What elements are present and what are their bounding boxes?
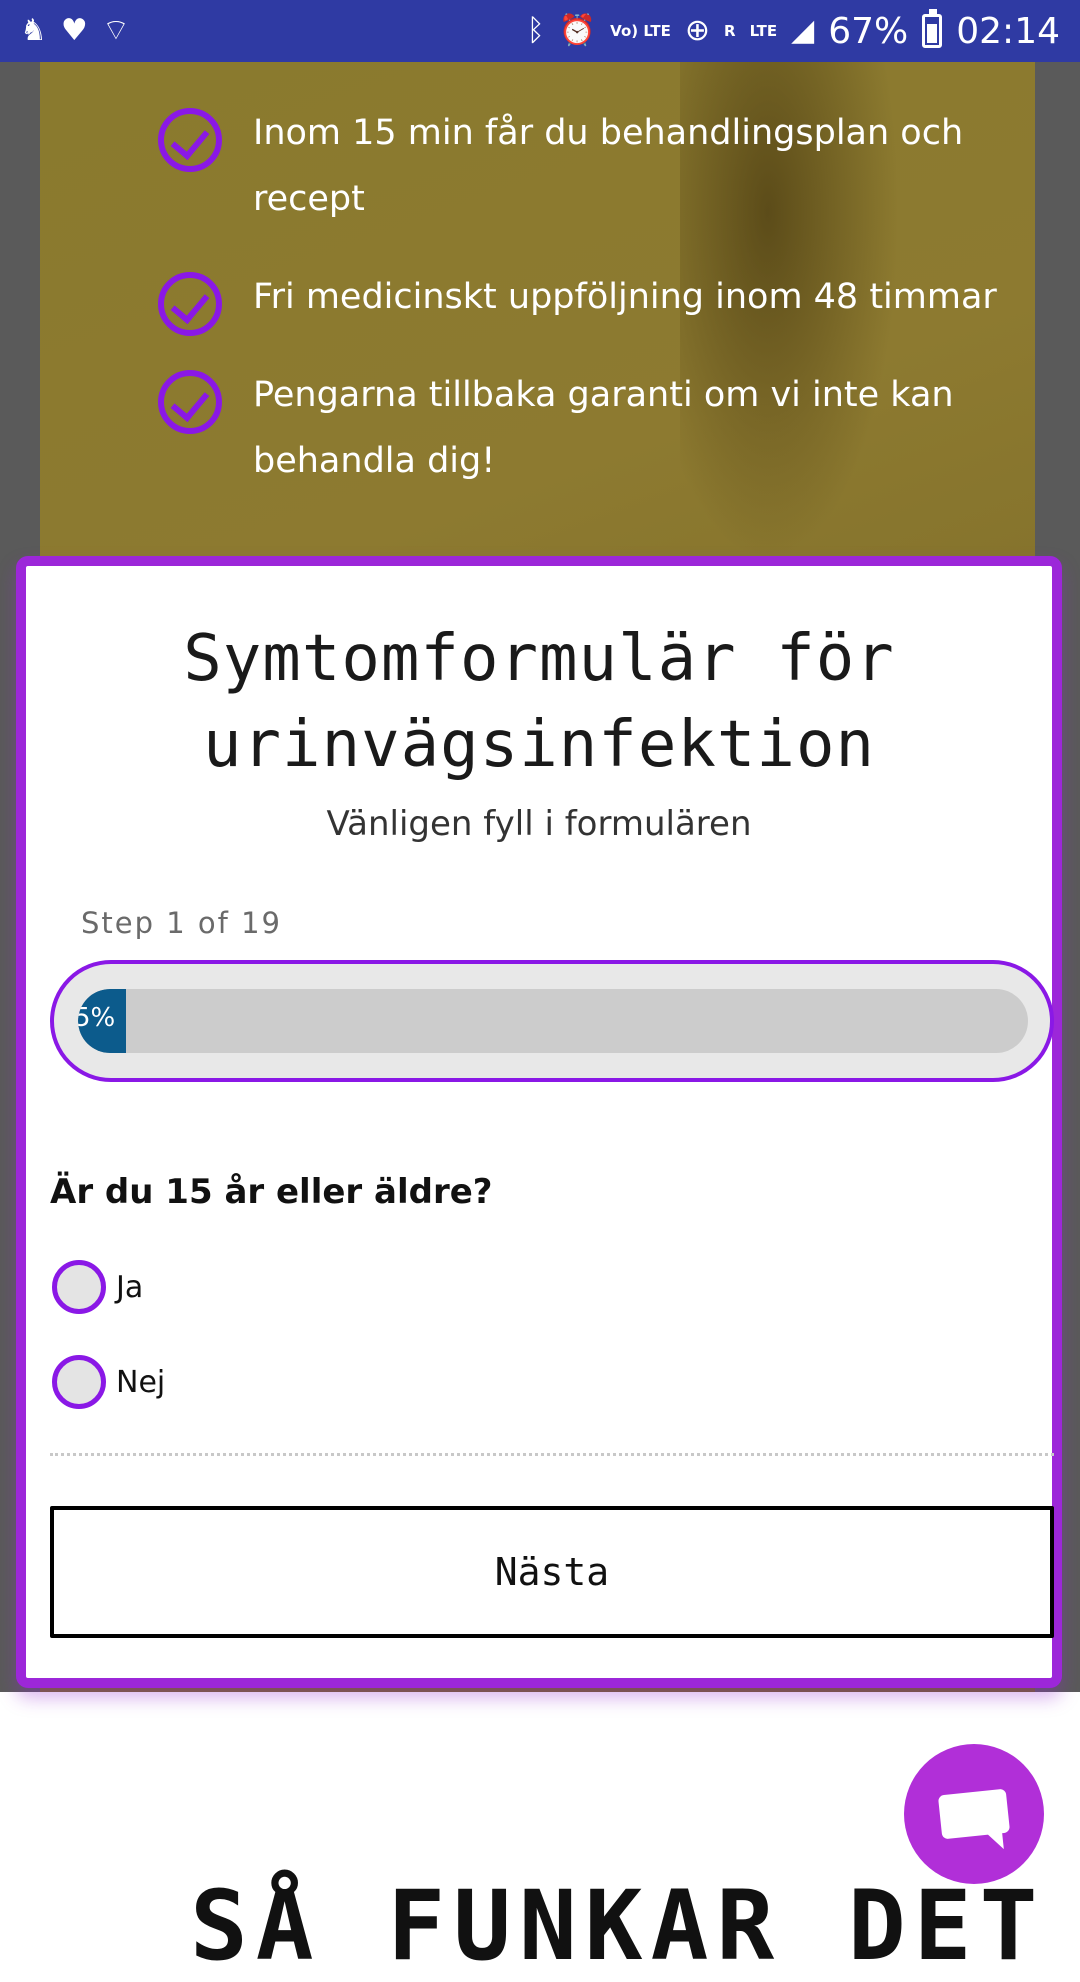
checkmark-icon [158, 272, 222, 336]
lte-indicator: LTE [749, 22, 778, 40]
progress-fill: 5% [78, 989, 126, 1053]
next-button[interactable]: Nästa [50, 1506, 1054, 1638]
progress-bar: 5% [50, 960, 1054, 1082]
chat-bubble-icon [937, 1788, 1011, 1840]
form-subtitle: Vänligen fyll i formulären [326, 804, 752, 844]
alarm-icon: ⏰ [558, 13, 597, 48]
progress-track: 5% [78, 989, 1028, 1053]
benefit-item: Fri medicinskt uppföljning inom 48 timma… [158, 264, 1048, 336]
benefit-item: Inom 15 min får du behandlingsplan och r… [158, 100, 1048, 232]
option-label[interactable]: Ja [116, 1270, 143, 1305]
option-label[interactable]: Nej [116, 1365, 165, 1400]
clock: 02:14 [956, 10, 1060, 52]
wifi-icon: ⌔ [101, 13, 131, 48]
divider [50, 1453, 1054, 1456]
how-it-works-heading: SÅ FUNKAR DET [190, 1870, 1046, 1982]
question-text: Är du 15 år eller äldre? [50, 1172, 493, 1212]
radio-nej[interactable] [52, 1355, 106, 1409]
signal-icon: ◢ [791, 13, 815, 48]
bluetooth-icon: ᛒ [526, 13, 545, 48]
battery-percent: 67% [828, 10, 909, 52]
benefit-text: Inom 15 min får du behandlingsplan och r… [253, 113, 964, 219]
benefit-list: Inom 15 min får du behandlingsplan och r… [158, 100, 1048, 526]
app-notification-icon: ♞ [20, 13, 47, 48]
option-ja[interactable]: Ja [52, 1260, 143, 1314]
roaming-indicator: R [724, 22, 736, 40]
battery-icon [922, 9, 943, 48]
volte-indicator: Vo) LTE [610, 22, 671, 40]
checkmark-icon [158, 108, 222, 172]
benefit-item: Pengarna tillbaka garanti om vi inte kan… [158, 362, 1048, 494]
progress-percent-label: 5% [78, 1003, 116, 1033]
option-nej[interactable]: Nej [52, 1355, 165, 1409]
benefit-text: Pengarna tillbaka garanti om vi inte kan… [253, 375, 954, 481]
symptom-form-card: Symtomformulär för urinvägsinfektion Vän… [16, 556, 1062, 1688]
globe-icon: ⊕ [684, 13, 711, 48]
status-right-icons: ᛒ ⏰ Vo) LTE ⊕ R LTE ◢ 67% 02:14 [526, 9, 1060, 52]
radio-ja[interactable] [52, 1260, 106, 1314]
heart-icon: ♥ [60, 13, 88, 48]
benefit-text: Fri medicinskt uppföljning inom 48 timma… [253, 277, 997, 317]
checkmark-icon [158, 370, 222, 434]
status-bar: ♞ ♥ ⌔ ᛒ ⏰ Vo) LTE ⊕ R LTE ◢ 67% 02:14 [0, 0, 1080, 62]
status-left-icons: ♞ ♥ ⌔ [20, 16, 130, 46]
step-indicator: Step 1 of 19 [81, 906, 282, 940]
chat-button[interactable] [904, 1744, 1044, 1884]
form-title: Symtomformulär för urinvägsinfektion [183, 622, 895, 782]
